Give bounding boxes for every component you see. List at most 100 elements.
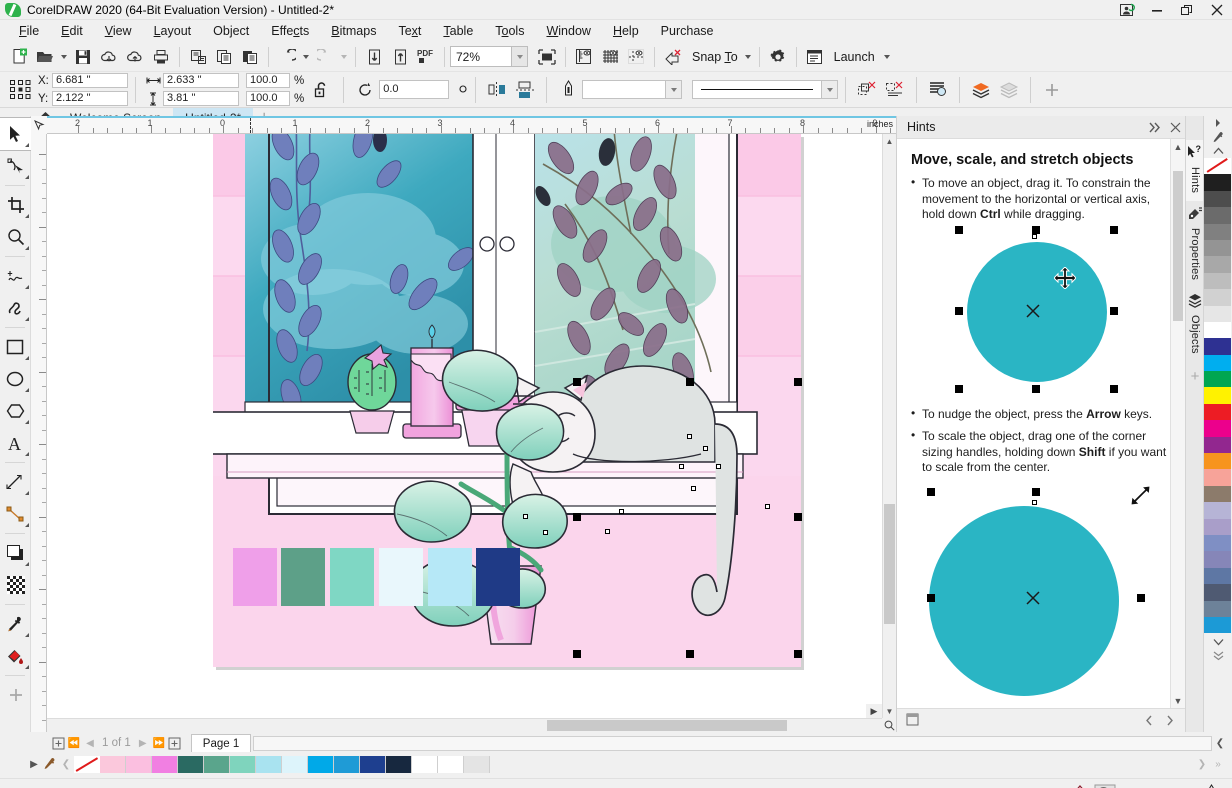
menu-tools[interactable]: Tools [484, 22, 535, 40]
bottom-palette-swatch[interactable] [334, 755, 360, 773]
first-page-icon[interactable]: ⏪ [66, 734, 82, 752]
application-window-icon[interactable] [802, 45, 828, 69]
vertical-ruler[interactable] [31, 134, 47, 779]
selection-handle-top-left[interactable] [573, 378, 581, 386]
docker-tab-hints[interactable]: ? Hints [1186, 140, 1204, 202]
selection-handle-top-right[interactable] [794, 378, 802, 386]
menu-file[interactable]: File [8, 22, 50, 40]
rulers-icon[interactable] [571, 45, 597, 69]
palette-eyedropper-icon[interactable] [1204, 130, 1232, 144]
status-outline-pen-icon[interactable] [1205, 784, 1218, 788]
palette-swatch[interactable] [1204, 289, 1231, 306]
menu-text[interactable]: Text [387, 22, 432, 40]
docker-scrollbar[interactable]: ▲ ▼ [1170, 139, 1185, 708]
bottom-palette-prev-chevron-left-icon[interactable]: ❮ [58, 755, 74, 773]
connector-line-icon[interactable] [0, 498, 31, 530]
palette-swatch[interactable] [1204, 321, 1231, 339]
ellipse-icon[interactable] [0, 363, 31, 395]
page-tab-page-1[interactable]: Page 1 [190, 734, 252, 752]
bottom-palette-swatch[interactable] [100, 755, 126, 773]
zoom-level-chevron-down-icon[interactable] [512, 46, 528, 67]
add-page-after-icon[interactable] [167, 734, 183, 752]
artistic-media-icon[interactable] [0, 292, 31, 324]
drawing-canvas[interactable]: ▲ ▼ ▶ [47, 134, 896, 732]
bottom-palette-swatch[interactable] [204, 755, 230, 773]
width-input[interactable]: 2.633 " [163, 73, 239, 88]
menu-help[interactable]: Help [602, 22, 650, 40]
docker-tab-properties[interactable]: Properties [1186, 201, 1204, 288]
quick-customize-plus-icon[interactable] [0, 679, 31, 711]
selection-handle-middle-right[interactable] [794, 513, 802, 521]
ruler-origin-icon[interactable] [31, 116, 47, 134]
palette-scroll-down-icon[interactable] [1204, 635, 1232, 649]
palette-swatch[interactable] [1204, 256, 1231, 273]
checkerboard-transparency-icon[interactable] [0, 569, 31, 601]
node-marker[interactable] [687, 434, 692, 439]
pdf-icon[interactable]: PDF [413, 45, 439, 69]
launch-label[interactable]: Launch [828, 50, 881, 64]
floppy-disk-icon[interactable] [70, 45, 96, 69]
convert-outline-to-object-icon[interactable] [853, 77, 881, 103]
restore-icon[interactable] [1172, 0, 1202, 20]
palette-swatch[interactable] [1204, 174, 1231, 191]
printer-icon[interactable] [148, 45, 174, 69]
undo-arrow-icon[interactable] [274, 45, 300, 69]
bottom-palette-more-icon[interactable]: » [1210, 755, 1226, 773]
node-marker[interactable] [691, 486, 696, 491]
double-chevron-right-icon[interactable] [1145, 116, 1165, 139]
bottom-palette-swatch[interactable] [386, 755, 412, 773]
palette-swatch[interactable] [1204, 453, 1231, 470]
scroll-down-arrow-icon[interactable]: ▼ [883, 704, 896, 718]
palette-swatch[interactable] [1204, 387, 1231, 404]
palette-swatch[interactable] [1204, 239, 1231, 257]
bottom-palette-swatch[interactable] [464, 755, 490, 773]
minimize-icon[interactable] [1142, 0, 1172, 20]
palette-swatch-none[interactable] [1204, 158, 1231, 175]
horizontal-scroll-thumb[interactable] [547, 720, 787, 731]
palette-swatch[interactable] [1204, 469, 1231, 486]
add-docker-plus-icon[interactable]: + [1186, 362, 1204, 385]
pin-docker-icon[interactable] [897, 712, 920, 730]
menu-layout[interactable]: Layout [143, 22, 203, 40]
palette-swatch[interactable] [1204, 551, 1231, 568]
docker-tab-objects[interactable]: Objects [1186, 288, 1204, 362]
new-page-icon[interactable] [6, 45, 32, 69]
docker-scroll-thumb[interactable] [1173, 171, 1183, 321]
dimension-line-icon[interactable] [0, 466, 31, 498]
palette-expand-icon[interactable] [1204, 116, 1232, 130]
snap-to-chevron-down-icon[interactable] [742, 45, 754, 69]
menu-object[interactable]: Object [202, 22, 260, 40]
unlocked-padlock-icon[interactable] [308, 77, 336, 103]
canvas-vertical-scrollbar[interactable]: ▲ ▼ [882, 134, 896, 732]
palette-swatch[interactable] [1204, 190, 1231, 208]
bottom-palette-swatch[interactable] [178, 755, 204, 773]
palette-swatch[interactable] [1204, 502, 1231, 519]
redo-dropdown-chevron-down-icon[interactable] [338, 45, 350, 69]
fill-bucket-icon[interactable] [0, 640, 31, 672]
palette-swatch[interactable] [1204, 616, 1231, 634]
pick-tool[interactable] [0, 117, 32, 151]
palette-swatch[interactable] [1204, 420, 1231, 437]
palette-swatch[interactable] [1204, 534, 1231, 552]
menu-table[interactable]: Table [432, 22, 484, 40]
palette-swatch[interactable] [1204, 354, 1231, 372]
previous-page-icon[interactable]: ◀ [82, 734, 98, 752]
mirror-vertically-icon[interactable] [511, 77, 539, 103]
docker-scroll-up-icon[interactable]: ▲ [1171, 139, 1185, 154]
redo-arrow-icon[interactable] [312, 45, 338, 69]
bottom-palette-swatch[interactable] [412, 755, 438, 773]
node-marker[interactable] [523, 514, 528, 519]
previous-hint-icon[interactable] [1139, 709, 1159, 732]
palette-swatch[interactable] [1204, 338, 1231, 355]
copy-icon[interactable] [211, 45, 237, 69]
bottom-palette-expand-chevron-right-icon[interactable]: ▶ [26, 755, 42, 773]
node-marker[interactable] [619, 509, 624, 514]
bottom-palette-swatch[interactable] [230, 755, 256, 773]
snap-to-label[interactable]: Snap To [686, 50, 742, 64]
bottom-swatch-none[interactable] [74, 755, 100, 773]
gear-icon[interactable] [765, 45, 791, 69]
outline-pen-icon[interactable] [554, 77, 582, 103]
palette-swatch[interactable] [1204, 207, 1231, 224]
bottom-palette-swatch[interactable] [360, 755, 386, 773]
folder-open-icon[interactable] [32, 45, 58, 69]
